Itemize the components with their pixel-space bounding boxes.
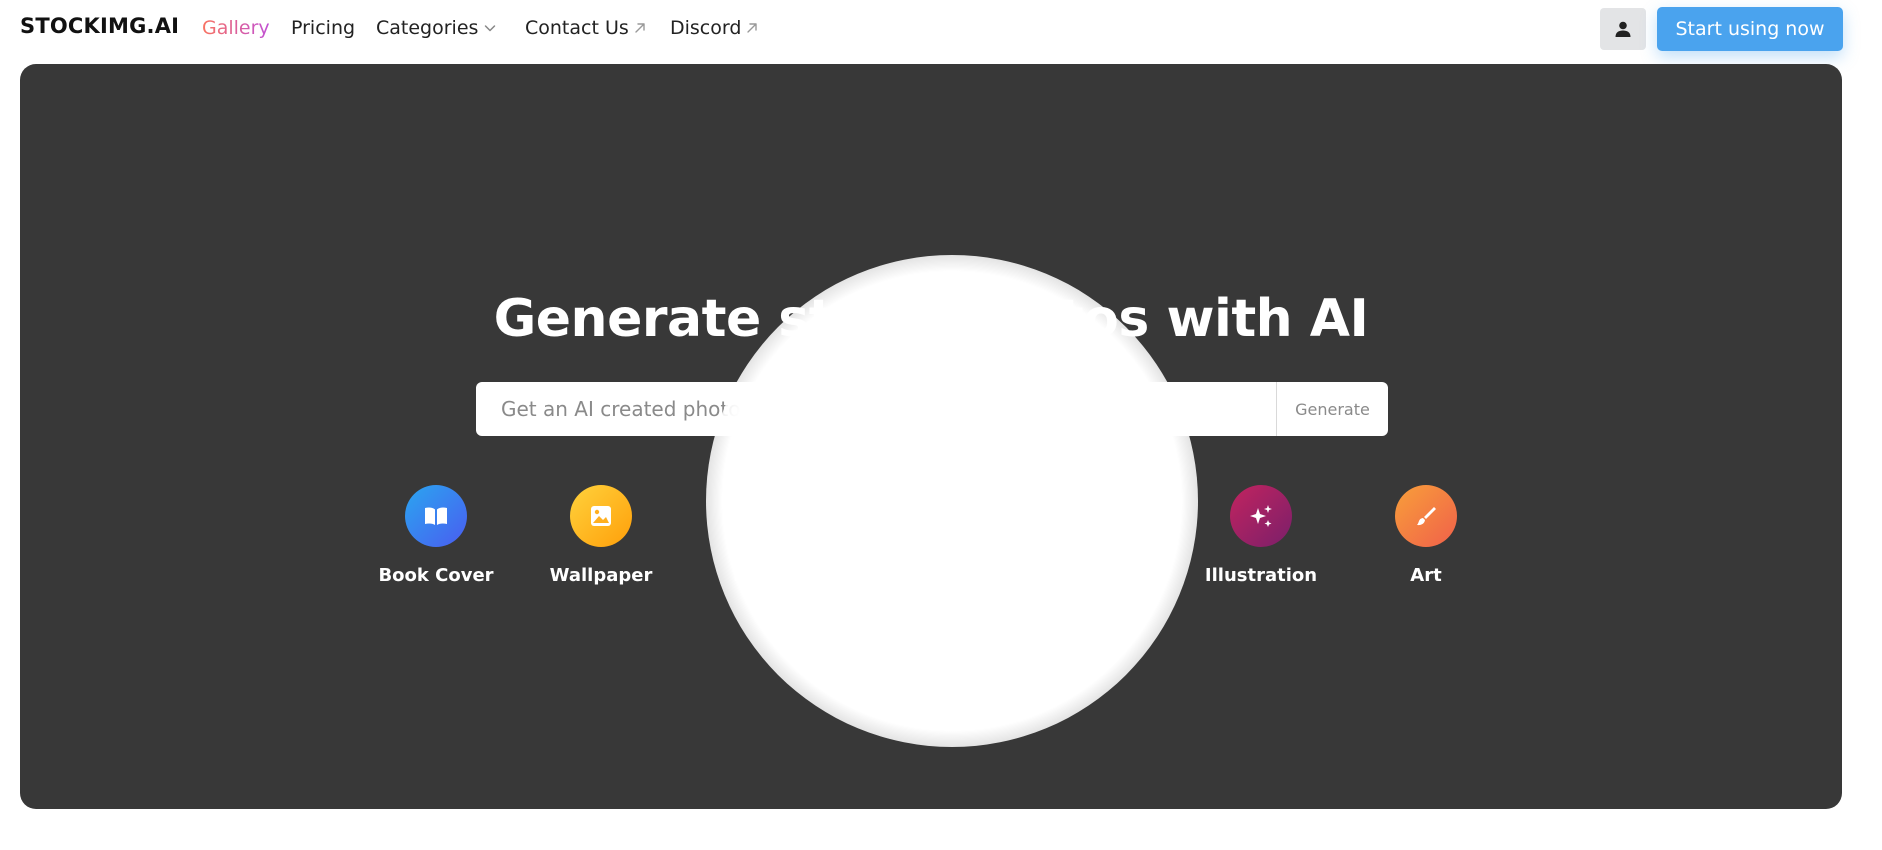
brush-icon (1395, 485, 1457, 547)
nav-link-label: Pricing (291, 17, 356, 39)
hero-title: Generate stock photos with AI (493, 289, 1369, 349)
focus-icon (900, 485, 962, 547)
logo[interactable]: STOCKIMG.AI (20, 14, 179, 38)
poster-icon (735, 485, 797, 547)
nav-link-label: Discord (670, 17, 742, 39)
nav-link-contact-us[interactable]: Contact Us (525, 17, 647, 39)
image-icon (570, 485, 632, 547)
nav-link-categories[interactable]: Categories (376, 17, 498, 39)
category-book-cover[interactable]: Book Cover (356, 485, 516, 586)
category-logo[interactable]: Logo (851, 485, 1011, 586)
external-arrow-icon (635, 23, 645, 33)
start-using-now-button[interactable]: Start using now (1657, 7, 1843, 51)
nav-link-discord[interactable]: Discord (670, 17, 759, 39)
category-label: Stock Image (1033, 565, 1159, 586)
nav-link-label: Categories (376, 17, 479, 39)
category-label: Art (1410, 565, 1442, 586)
category-illustration[interactable]: Illustration (1181, 485, 1341, 586)
category-label: Book Cover (378, 565, 494, 586)
user-account-button[interactable] (1600, 8, 1646, 50)
external-arrow-icon (747, 23, 758, 33)
nav-link-label: Gallery (202, 17, 270, 39)
search-bar: Generate (476, 382, 1388, 436)
hero-section: Generate stock photos with AI Generate B… (20, 64, 1842, 809)
category-poster[interactable]: Poster (686, 485, 846, 586)
category-label: Logo (906, 565, 956, 586)
user-icon (1615, 21, 1631, 37)
prompt-input[interactable] (476, 382, 1276, 436)
sparkles-icon (1230, 485, 1292, 547)
category-art[interactable]: Art (1346, 485, 1506, 586)
top-nav: STOCKIMG.AI Gallery Pricing Categories C… (0, 0, 1882, 58)
star-icon (1065, 485, 1127, 547)
generate-button[interactable]: Generate (1276, 382, 1388, 436)
category-wallpaper[interactable]: Wallpaper (521, 485, 681, 586)
category-label: Poster (733, 565, 799, 586)
nav-link-pricing[interactable]: Pricing (291, 17, 355, 39)
chevron-down-icon (485, 25, 496, 32)
category-label: Illustration (1204, 565, 1318, 586)
nav-link-label: Contact Us (525, 17, 629, 39)
nav-link-gallery[interactable]: Gallery (202, 17, 270, 39)
book-icon (405, 485, 467, 547)
category-stock-image[interactable]: Stock Image (1016, 485, 1176, 586)
category-label: Wallpaper (549, 565, 653, 586)
